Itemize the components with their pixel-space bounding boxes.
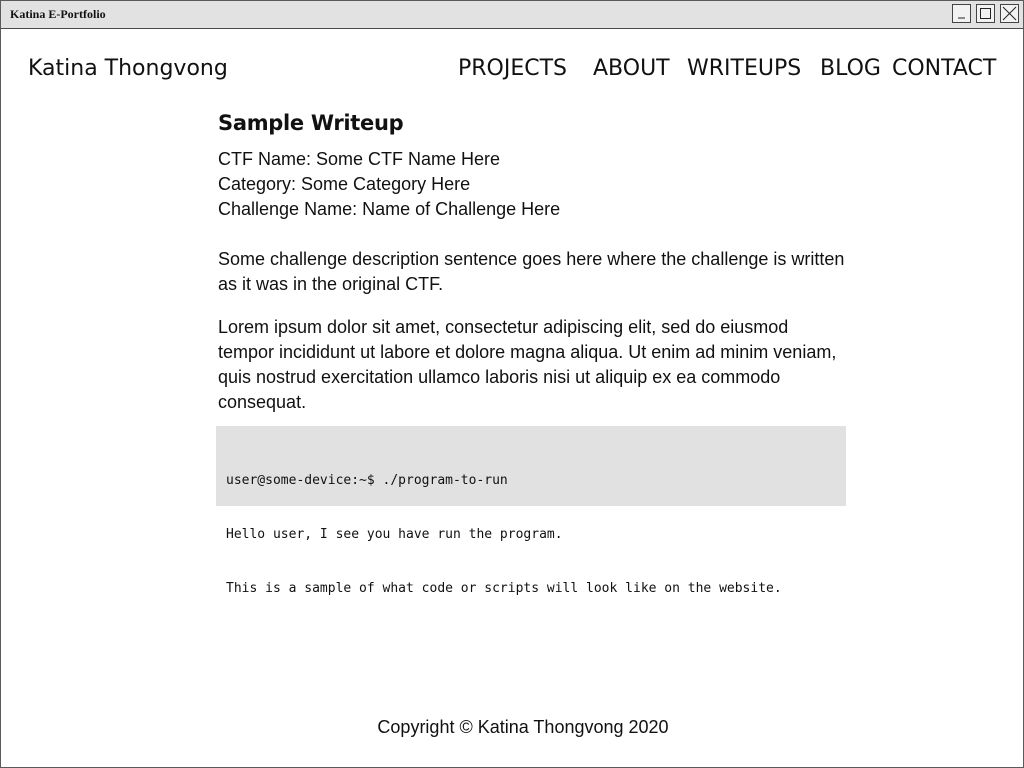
nav-link-writeups[interactable]: WRITEUPS [687,56,801,81]
app-window: Katina E-Portfolio Katina Thongvong PROJ… [0,0,1024,768]
category: Category: Some Category Here [218,174,471,194]
footer-copyright: Copyright © Katina Thongvong 2020 [377,717,669,737]
maximize-button[interactable] [976,4,995,23]
challenge-description: Some challenge description sentence goes… [218,249,845,294]
post-title: Sample Writeup [218,111,404,135]
code-line: Hello user, I see you have run the progr… [226,527,563,542]
maximize-icon [980,8,991,19]
nav-link-blog[interactable]: BLOG [820,56,881,81]
post-body: Lorem ipsum dolor sit amet, consectetur … [218,317,837,412]
code-block: user@some-device:~$ ./program-to-run Hel… [216,426,846,596]
minimize-icon [958,17,965,19]
window-title: Katina E-Portfolio [10,7,106,21]
nav-link-projects[interactable]: PROJECTS [458,56,567,81]
close-icon [1002,6,1017,21]
code-line: user@some-device:~$ ./program-to-run [226,473,508,488]
close-button[interactable] [1000,4,1019,23]
challenge-name: Challenge Name: Name of Challenge Here [218,199,561,219]
code-line: This is a sample of what code or scripts… [226,581,782,596]
ctf-name: CTF Name: Some CTF Name Here [218,149,501,169]
site-brand-link[interactable]: Katina Thongvong [28,56,228,81]
nav-link-about[interactable]: ABOUT [593,56,670,81]
nav-link-contact[interactable]: CONTACT [892,56,996,81]
minimize-button[interactable] [952,4,971,23]
title-bar: Katina E-Portfolio [1,1,1023,29]
